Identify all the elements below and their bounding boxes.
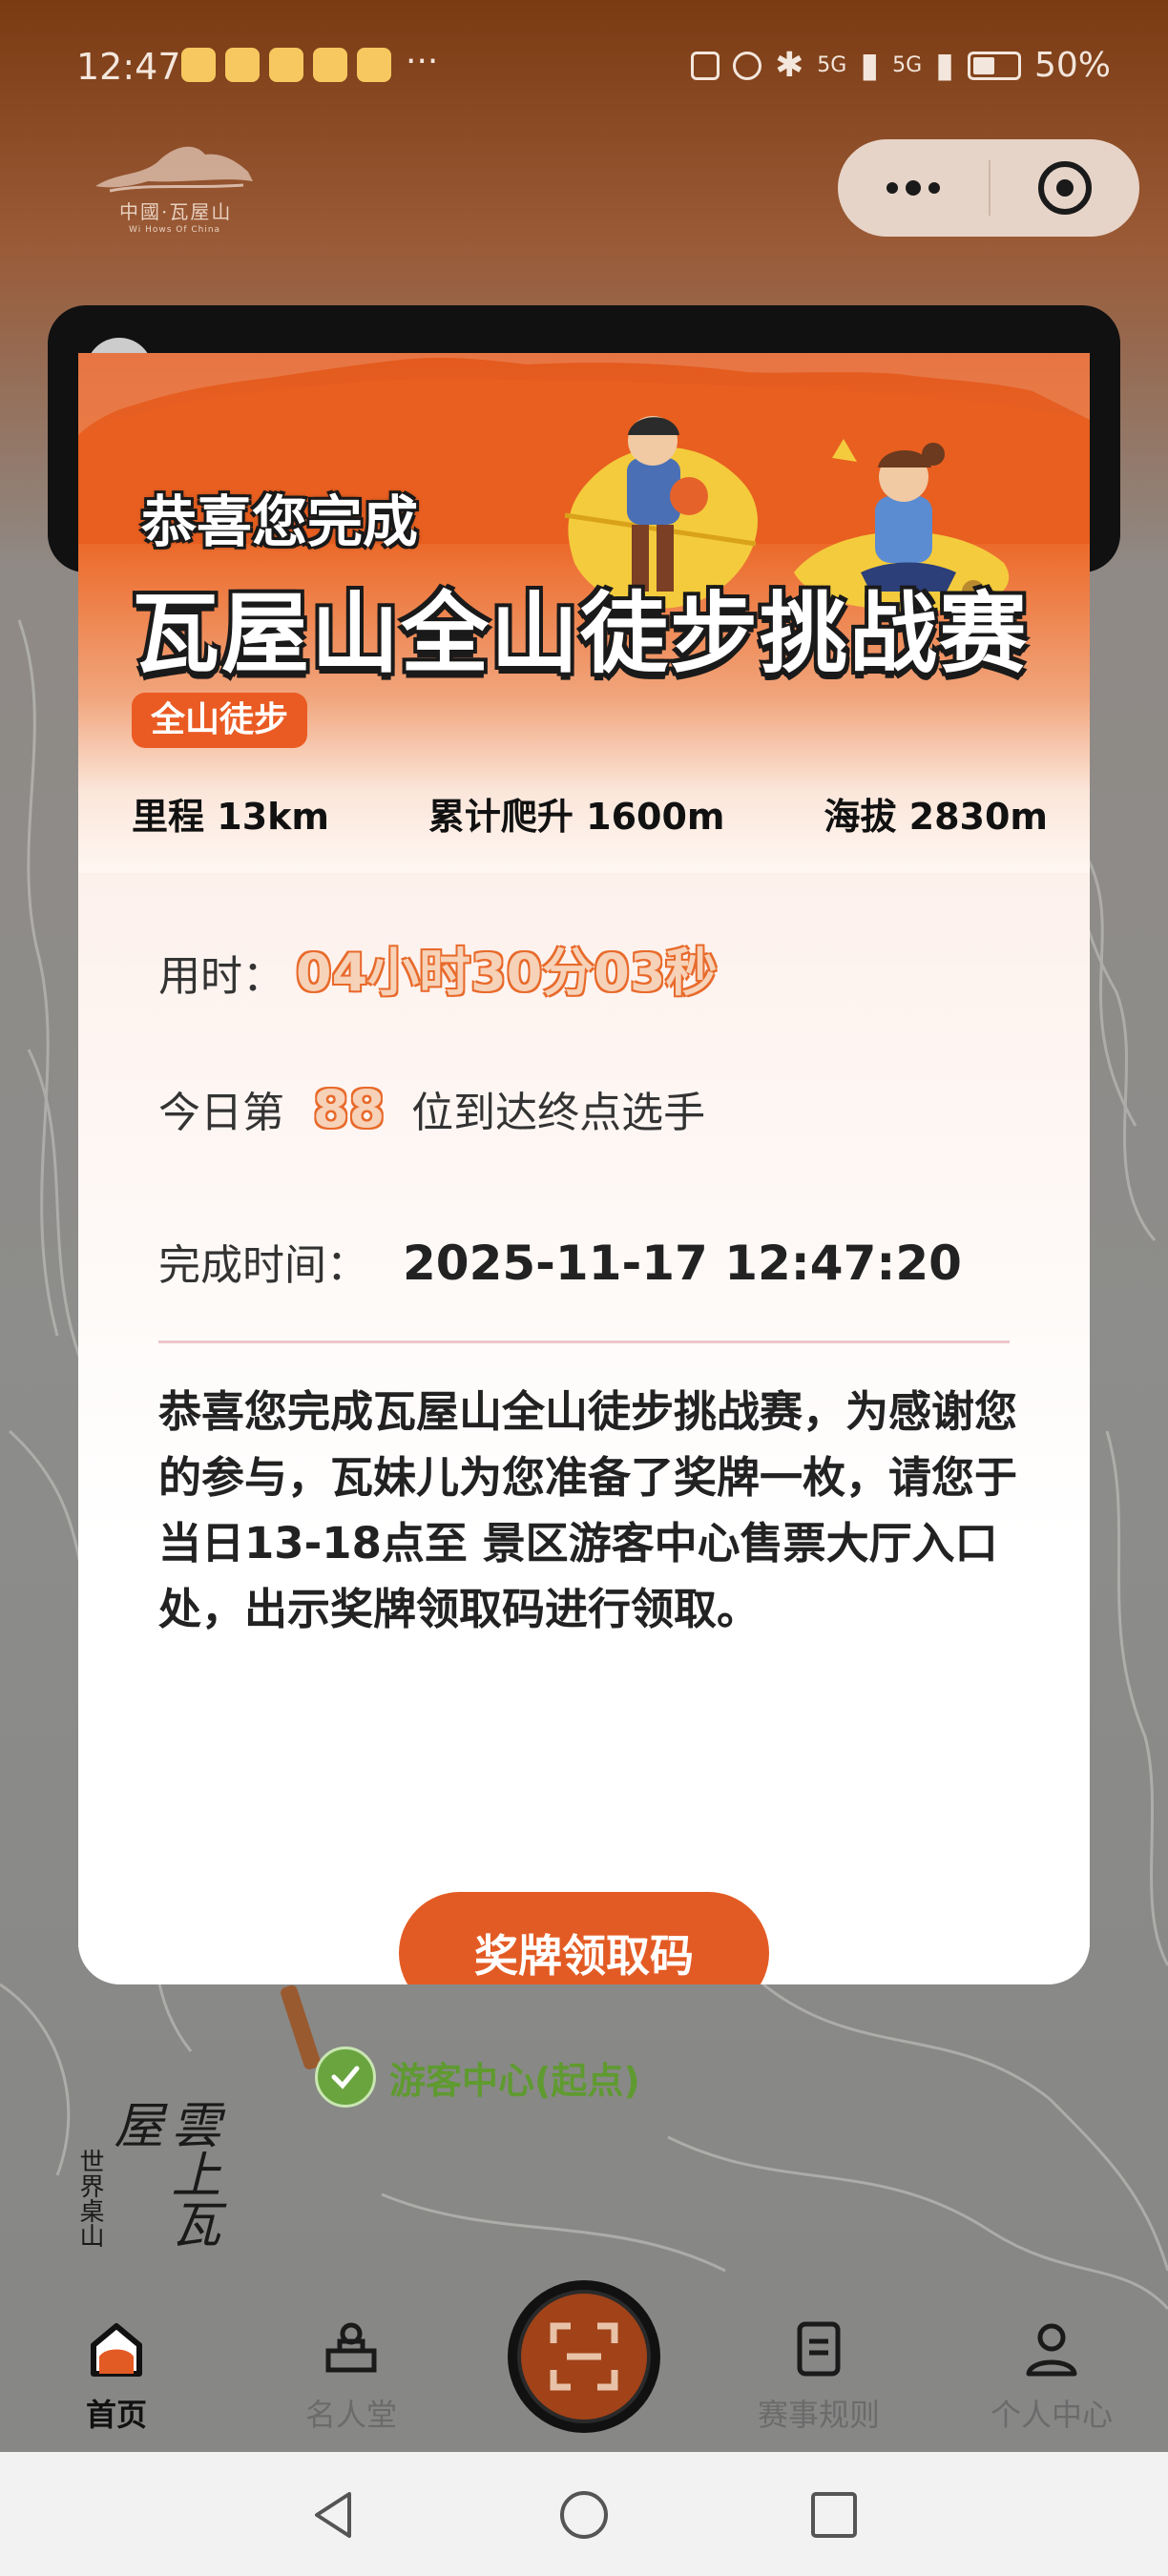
bluetooth-icon: ✱ (775, 46, 804, 85)
alarm-icon (733, 51, 762, 80)
calligraphy-big: 雲上瓦屋 (105, 2099, 219, 2248)
start-point-marker[interactable]: 游客中心(起点) (315, 2046, 640, 2108)
status-bar: 12:47 ··· ✱ 5G ▮ 5G ▮ 50% (0, 29, 1168, 105)
user-icon (1026, 2323, 1077, 2377)
rank-value: 88 (313, 1079, 386, 1139)
notification-heart-icon (181, 48, 216, 82)
finish-time-row: 完成时间： 2025-11-17 12:47:20 (158, 1231, 962, 1292)
start-point-label: 游客中心(起点) (389, 2059, 640, 2102)
stat-climb: 累计爬升 1600m (428, 787, 725, 840)
app-logo: 中國·瓦屋山 Wi Hows Of China (91, 134, 262, 243)
system-navigation-bar (0, 2452, 1168, 2576)
status-more-indicator: ··· (406, 42, 439, 81)
signal-bars-icon: ▮ (860, 46, 880, 85)
rank-suffix: 位到达终点选手 (411, 1089, 706, 1137)
nav-hall-label: 名人堂 (304, 2397, 397, 2433)
nav-profile[interactable]: 个人中心 (975, 2318, 1128, 2435)
bottom-navigation: 首页 名人堂 赛事规则 个人中心 (0, 2280, 1168, 2452)
status-right-icons: ✱ 5G ▮ 5G ▮ 50% (691, 46, 1111, 85)
battery-icon (967, 51, 1021, 80)
medal-code-button[interactable]: 奖牌领取码 (399, 1892, 769, 1984)
time-value: 04小时30分03秒 (296, 943, 718, 1003)
modal-body: 用时： 04小时30分03秒 今日第 88 位到达终点选手 完成时间： 2025-11-… (78, 873, 1090, 1984)
recent-apps-icon[interactable] (807, 2488, 861, 2542)
finish-time-label: 完成时间： (158, 1241, 368, 1290)
calligraphy-small: 世界桌山 (75, 2149, 104, 2248)
event-stats: 里程 13km 累计爬升 1600m 海拔 2830m (132, 787, 1048, 840)
scan-icon (550, 2322, 618, 2391)
event-tag-badge: 全山徒步 (132, 693, 308, 748)
stat-distance: 里程 13km (132, 787, 329, 840)
battery-percent: 50% (1033, 46, 1111, 85)
document-icon (797, 2321, 841, 2377)
miniprogram-capsule (838, 139, 1139, 237)
status-time: 12:47 (76, 46, 181, 88)
notification-weibo-icon (357, 48, 391, 82)
rank-prefix: 今日第 (158, 1089, 284, 1137)
event-title: 瓦屋山全山徒步挑战赛 (132, 583, 1030, 685)
notification-weibo-icon (225, 48, 260, 82)
signal-bars-icon-2: ▮ (935, 46, 954, 85)
divider (158, 1340, 1010, 1343)
stat-distance-label: 里程 (132, 796, 205, 838)
stat-altitude-label: 海拔 (824, 796, 897, 838)
notification-weibo-icon (313, 48, 347, 82)
nfc-icon (691, 51, 720, 80)
stat-distance-value: 13km (217, 796, 329, 838)
back-icon[interactable] (307, 2488, 361, 2542)
nav-home[interactable]: 首页 (40, 2318, 193, 2435)
mountain-logo-icon (95, 146, 253, 193)
scan-button[interactable] (508, 2280, 660, 2433)
scan-button-inner (517, 2290, 651, 2423)
signal-5g-icon: 5G (817, 53, 847, 77)
more-options-button[interactable] (838, 139, 989, 237)
stat-altitude-value: 2830m (908, 796, 1048, 838)
time-label: 用时： (158, 952, 284, 1001)
rank-row: 今日第 88 位到达终点选手 (158, 1078, 705, 1139)
reward-message: 恭喜您完成瓦屋山全山徒步挑战赛，为感谢您的参与，瓦妹儿为您准备了奖牌一枚，请您于… (158, 1386, 1018, 1634)
nav-rules[interactable]: 赛事规则 (742, 2318, 895, 2435)
nav-hall-of-fame[interactable]: 名人堂 (275, 2318, 428, 2435)
stat-climb-label: 累计爬升 (428, 796, 574, 838)
nav-home-label: 首页 (85, 2397, 147, 2433)
logo-subtext: Wi Hows Of China (129, 225, 221, 235)
stat-climb-value: 1600m (586, 796, 725, 838)
target-circle-icon (1038, 161, 1092, 215)
signal-5g-icon-2: 5G (892, 53, 923, 77)
more-dot-icon (886, 182, 898, 194)
check-icon (315, 2046, 376, 2108)
congrats-heading: 恭喜您完成 (141, 489, 419, 554)
stat-altitude: 海拔 2830m (824, 787, 1048, 840)
calligraphy-logo: 世界桌山 雲上瓦屋 (75, 2099, 219, 2290)
logo-text: 中國·瓦屋山 (119, 200, 233, 223)
more-dot-icon (928, 182, 940, 194)
modal-banner: 恭喜您完成 瓦屋山全山徒步挑战赛 全山徒步 里程 13km 累计爬升 1600m… (78, 353, 1090, 873)
home-icon (91, 2323, 142, 2377)
home-circle-icon[interactable] (557, 2488, 611, 2542)
finish-time-value: 2025-11-17 12:47:20 (403, 1236, 962, 1291)
nav-rules-label: 赛事规则 (757, 2397, 880, 2433)
nav-profile-label: 个人中心 (990, 2397, 1113, 2433)
notification-weibo-icon (269, 48, 303, 82)
completion-modal: 恭喜您完成 瓦屋山全山徒步挑战赛 全山徒步 里程 13km 累计爬升 1600m… (78, 353, 1090, 1984)
podium-icon (325, 2322, 377, 2373)
more-dot-icon (906, 180, 921, 196)
time-row: 用时： 04小时30分03秒 (158, 930, 717, 1006)
close-miniprogram-button[interactable] (991, 139, 1139, 237)
